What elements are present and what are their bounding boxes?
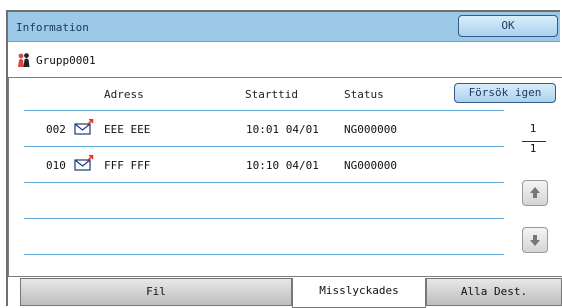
page-current: 1 <box>529 122 537 135</box>
scroll-up-button[interactable] <box>522 180 548 206</box>
tab-failed[interactable]: Misslyckades <box>292 278 426 308</box>
tab-bar: Fil Misslyckades Alla Dest. <box>8 278 562 308</box>
row-address: FFF FFF <box>104 159 151 172</box>
tab-file[interactable]: Fil <box>20 278 292 306</box>
title-bar: Information OK <box>8 12 560 42</box>
group-name: Grupp0001 <box>36 54 96 67</box>
row-starttime: 10:10 04/01 <box>246 159 319 172</box>
row-address: EEE EEE <box>104 123 151 136</box>
ok-button[interactable]: OK <box>458 15 558 37</box>
mail-sent-icon <box>74 119 94 135</box>
arrow-up-icon <box>530 187 540 198</box>
table-row[interactable]: 010 FFF FFF 10:10 04/01 NG000000 <box>24 147 504 182</box>
retry-button[interactable]: Försök igen <box>454 83 556 103</box>
separator <box>24 254 504 255</box>
row-starttime: 10:01 04/01 <box>246 123 319 136</box>
table-row[interactable]: 002 EEE EEE 10:01 04/01 NG000000 <box>24 111 504 146</box>
mail-sent-icon <box>74 155 94 171</box>
separator <box>24 218 504 219</box>
column-header-address: Adress <box>104 88 144 101</box>
page-total: 1 <box>529 142 537 155</box>
column-header-starttime: Starttid <box>245 88 298 101</box>
row-number: 002 <box>46 123 66 136</box>
row-status: NG000000 <box>344 123 397 136</box>
column-header-status: Status <box>344 88 384 101</box>
tab-all-destinations[interactable]: Alla Dest. <box>426 278 562 306</box>
row-number: 010 <box>46 159 66 172</box>
separator <box>24 182 504 183</box>
scroll-down-button[interactable] <box>522 227 548 253</box>
group-people-icon <box>18 53 30 67</box>
arrow-down-icon <box>530 235 540 246</box>
row-status: NG000000 <box>344 159 397 172</box>
group-row: Grupp0001 <box>8 46 560 74</box>
window-title: Information <box>16 21 89 34</box>
